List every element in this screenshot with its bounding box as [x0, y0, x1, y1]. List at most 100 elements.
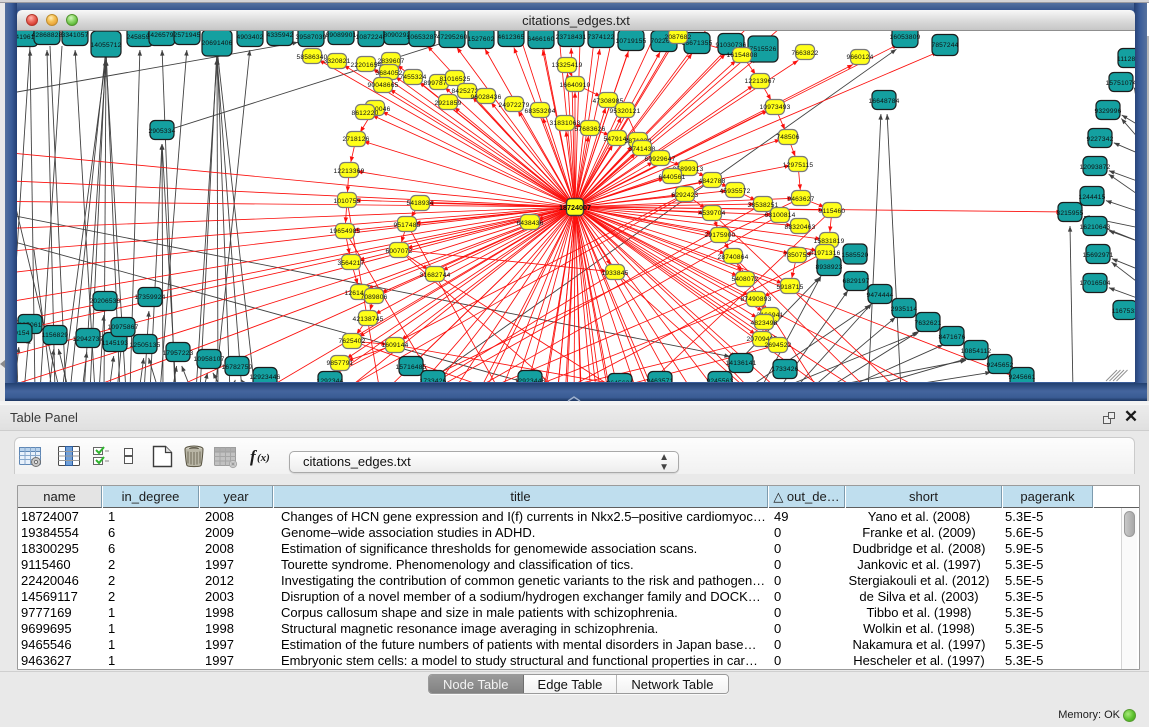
- svg-text:9463627: 9463627: [787, 196, 814, 203]
- svg-text:42868828: 42868828: [32, 32, 63, 39]
- svg-text:1244415: 1244415: [1078, 194, 1105, 201]
- svg-text:6440561: 6440561: [658, 174, 685, 181]
- svg-text:9329996: 9329996: [1094, 108, 1121, 115]
- svg-text:68353204: 68353204: [525, 108, 556, 115]
- svg-text:95320121: 95320121: [610, 108, 641, 115]
- svg-text:9660124: 9660124: [846, 54, 873, 61]
- svg-text:15692971: 15692971: [1083, 252, 1114, 259]
- svg-text:2921859: 2921859: [434, 100, 461, 107]
- svg-text:2087682: 2087682: [664, 34, 691, 41]
- svg-text:3341057: 3341057: [61, 32, 88, 39]
- svg-text:47295260: 47295260: [437, 34, 468, 41]
- svg-text:10975867: 10975867: [108, 324, 139, 331]
- svg-text:4903402: 4903402: [236, 34, 263, 41]
- svg-text:1156829: 1156829: [42, 332, 69, 339]
- svg-text:6466160: 6466160: [527, 36, 554, 43]
- svg-text:20206536: 20206536: [90, 298, 121, 305]
- svg-text:17359924: 17359924: [135, 294, 166, 301]
- svg-text:4823498: 4823498: [750, 320, 777, 327]
- svg-text:16640910: 16640910: [560, 82, 591, 89]
- svg-text:2571945: 2571945: [173, 32, 200, 39]
- svg-text:7632621: 7632621: [914, 320, 941, 327]
- svg-text:57683626: 57683626: [575, 126, 606, 133]
- svg-text:1585520: 1585520: [841, 252, 868, 259]
- svg-text:1010755: 1010755: [333, 198, 360, 205]
- svg-text:16210643: 16210643: [1080, 224, 1111, 231]
- svg-text:2935114: 2935114: [891, 306, 918, 313]
- svg-text:9245661: 9245661: [1008, 374, 1035, 381]
- svg-text:7625402: 7625402: [338, 338, 365, 345]
- svg-text:10653287: 10653287: [407, 34, 438, 41]
- svg-text:10854112: 10854112: [961, 348, 992, 355]
- svg-text:5418934: 5418934: [406, 200, 433, 207]
- svg-text:12923446: 12923446: [250, 374, 281, 381]
- svg-text:9463571: 9463571: [646, 378, 673, 382]
- svg-text:60929647: 60929647: [645, 156, 676, 163]
- svg-text:2718126: 2718126: [342, 136, 369, 143]
- svg-text:16154808: 16154808: [727, 52, 758, 59]
- svg-text:9645631: 9645631: [606, 380, 633, 382]
- svg-text:1609144: 1609144: [381, 342, 408, 349]
- svg-text:10719155: 10719155: [616, 38, 647, 45]
- svg-text:1933845: 1933845: [601, 270, 628, 277]
- svg-text:90048665: 90048665: [368, 82, 399, 89]
- svg-text:5408072: 5408072: [731, 276, 758, 283]
- svg-text:6829197: 6829197: [842, 278, 869, 285]
- svg-text:12942737: 12942737: [73, 336, 104, 343]
- svg-text:28740864: 28740864: [718, 254, 749, 261]
- svg-text:7374122: 7374122: [587, 34, 614, 41]
- svg-text:4842788: 4842788: [698, 178, 725, 185]
- svg-text:81016525: 81016525: [440, 76, 471, 83]
- svg-text:88320463: 88320463: [785, 224, 816, 231]
- svg-text:87490893: 87490893: [741, 296, 772, 303]
- svg-text:14055712: 14055712: [91, 42, 122, 49]
- svg-text:6438436: 6438436: [516, 220, 543, 227]
- svg-text:12093872: 12093872: [1080, 164, 1111, 171]
- svg-text:12505135: 12505135: [130, 342, 161, 349]
- svg-text:7663822: 7663822: [791, 50, 818, 57]
- svg-text:3215955: 3215955: [1056, 210, 1083, 217]
- svg-text:4335942: 4335942: [266, 32, 293, 39]
- svg-text:45935572: 45935572: [720, 188, 751, 195]
- svg-text:7350753: 7350753: [783, 252, 810, 259]
- svg-text:13325419: 13325419: [552, 62, 583, 69]
- svg-text:12975115: 12975115: [783, 162, 814, 169]
- svg-text:9245563: 9245563: [706, 378, 733, 382]
- svg-text:2905334: 2905334: [148, 128, 175, 135]
- svg-text:23718431: 23718431: [556, 34, 587, 41]
- svg-text:6007072: 6007072: [385, 248, 412, 255]
- svg-text:16782759: 16782759: [222, 364, 253, 371]
- svg-text:1733426: 1733426: [771, 366, 798, 373]
- svg-text:12213967: 12213967: [745, 78, 776, 85]
- svg-text:4539704: 4539704: [698, 210, 725, 217]
- svg-text:6292423: 6292423: [671, 192, 698, 199]
- svg-text:10872248: 10872248: [356, 34, 387, 41]
- svg-text:39154: 39154: [17, 330, 30, 337]
- svg-text:10973493: 10973493: [760, 104, 791, 111]
- svg-text:19654985: 19654985: [330, 228, 361, 235]
- svg-text:9115460: 9115460: [819, 208, 846, 215]
- svg-text:748506: 748506: [776, 134, 799, 141]
- svg-text:16053809: 16053809: [890, 34, 921, 41]
- svg-text:14136141: 14136141: [726, 360, 757, 367]
- svg-text:2694522: 2694522: [764, 342, 791, 349]
- svg-text:96028436: 96028436: [471, 94, 502, 101]
- svg-text:39587039: 39587039: [296, 34, 327, 41]
- svg-text:5918715: 5918715: [776, 284, 803, 291]
- svg-text:3564217: 3564217: [337, 260, 364, 267]
- svg-text:8471676: 8471676: [938, 334, 965, 341]
- svg-text:12923448: 12923448: [515, 378, 546, 382]
- svg-text:7089806: 7089806: [360, 294, 387, 301]
- svg-text:1145193: 1145193: [102, 340, 129, 347]
- svg-text:9227342: 9227342: [1086, 136, 1113, 143]
- svg-text:15716485: 15716485: [396, 364, 427, 371]
- svg-text:1527602: 1527602: [467, 36, 494, 43]
- svg-text:9517485: 9517485: [393, 222, 420, 229]
- svg-text:15751074: 15751074: [1106, 80, 1135, 87]
- svg-text:10958107: 10958107: [194, 356, 225, 363]
- svg-text:8938923: 8938923: [815, 264, 842, 271]
- svg-text:89089901: 89089901: [326, 32, 357, 39]
- svg-text:9857791: 9857791: [326, 360, 353, 367]
- svg-text:9474444: 9474444: [866, 292, 893, 299]
- svg-text:1733426: 1733426: [419, 378, 446, 382]
